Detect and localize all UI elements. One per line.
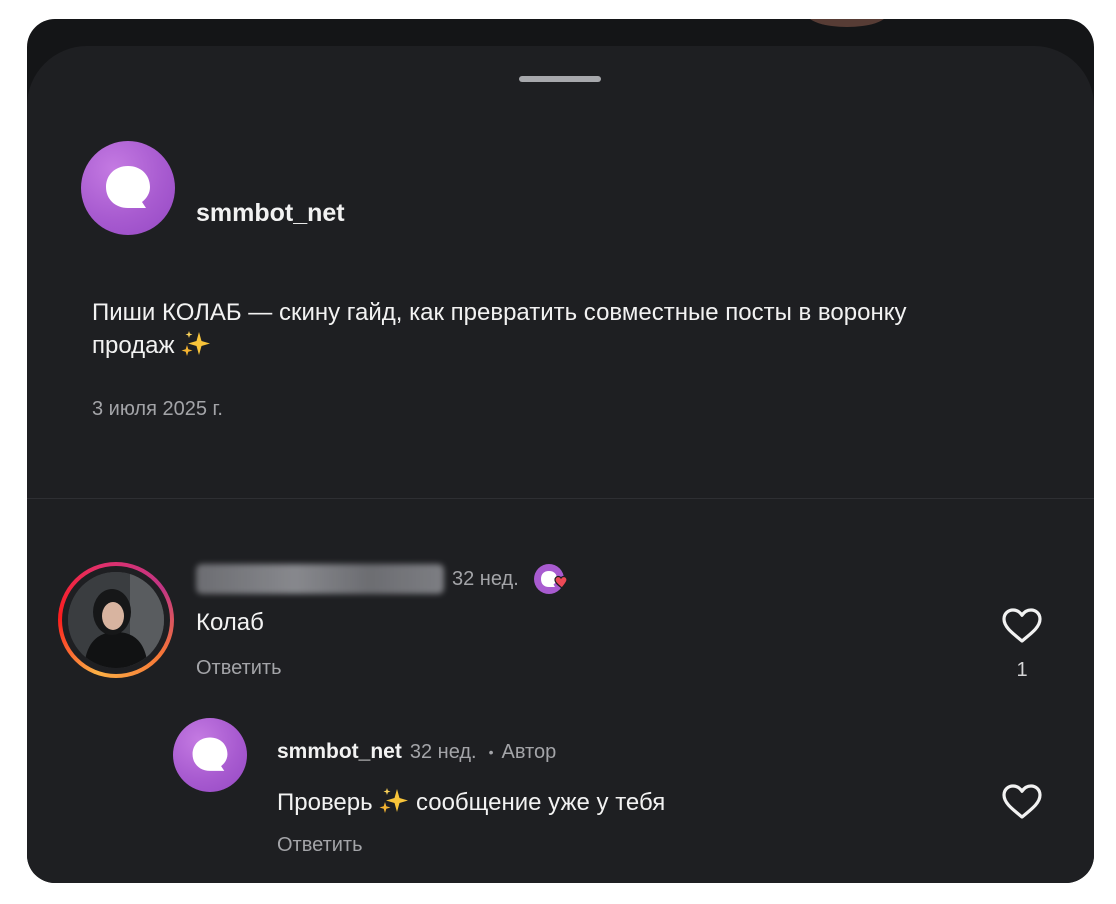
sheet-drag-handle[interactable] [519,76,601,82]
comment-meta: 32 нед. [196,562,571,596]
reply-button[interactable]: Ответить [277,834,363,857]
comment-like-count[interactable]: 1 [1001,659,1043,682]
post-author-name[interactable]: smmbot_net [196,199,345,228]
heart-outline-icon[interactable] [1001,783,1043,821]
meta-separator: • [488,744,494,760]
background-content-glimpse [807,19,887,27]
heart-outline-icon[interactable] [1001,607,1043,645]
commenter-avatar[interactable] [58,562,174,678]
commenter-photo [68,572,164,668]
person-photo-icon [68,572,164,668]
author-like-badge-icon [533,562,571,596]
sparkles-emoji-icon [379,788,409,813]
post-author-avatar[interactable] [81,141,175,235]
reply-button[interactable]: Ответить [196,657,282,680]
reply-text-after: сообщение уже у тебя [415,789,666,816]
sparkles-emoji-icon [181,331,211,356]
reply-text: Проверь сообщение уже у тебя [277,787,665,817]
app-frame: smmbot_net Пиши КОЛАБ — скину гайд, как … [27,19,1094,883]
comment-text: Колаб [196,609,264,636]
reply-time: 32 нед. [409,740,477,763]
comments-bottom-sheet: smmbot_net Пиши КОЛАБ — скину гайд, как … [27,46,1094,883]
comment-time: 32 нед. [452,567,519,590]
post-caption-text: Пиши КОЛАБ — скину гайд, как превратить … [92,299,907,359]
speech-bubble-logo-icon [192,737,228,771]
reply-meta: smmbot_net 32 нед. • Автор [277,740,556,764]
post-date: 3 июля 2025 г. [92,398,223,420]
commenter-username-blurred[interactable] [196,564,444,594]
reply-author-name[interactable]: smmbot_net [277,740,402,764]
divider [27,498,1094,499]
reply-author-avatar[interactable] [173,718,247,792]
speech-bubble-logo-icon [106,166,150,208]
reply-text-before: Проверь [277,789,373,816]
post-caption: Пиши КОЛАБ — скину гайд, как превратить … [92,296,972,362]
author-badge: Автор [501,740,557,763]
